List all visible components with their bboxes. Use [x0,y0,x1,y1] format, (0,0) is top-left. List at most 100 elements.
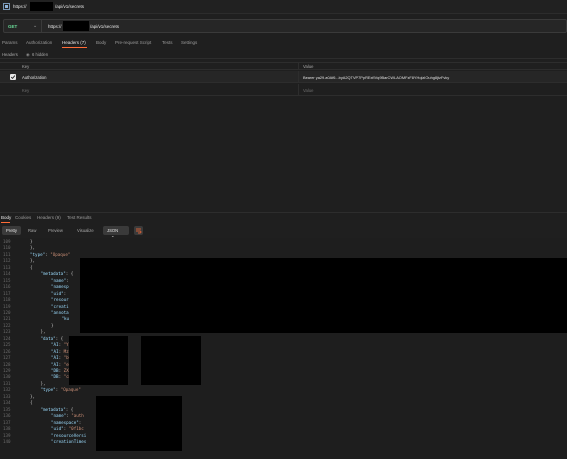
response-tab-body[interactable]: Body [1,215,11,220]
code-line: "uid": "0f1bc [51,426,84,431]
json-punctuation: : [63,290,67,296]
header-row-empty: Key Value [0,84,567,96]
line-number: 134 [3,400,11,406]
line-number: 117 [3,290,11,296]
line-number: 125 [3,342,11,348]
new-key-input[interactable]: Key [22,88,29,93]
header-enabled-checkbox[interactable] [10,74,16,80]
redacted-block-metadata-2 [96,396,182,451]
code-line: "resour [51,297,69,302]
window-title-suffix: /api/v1/secrets [55,4,85,9]
app-icon [3,3,10,10]
code-line: "resourceVersi [51,433,86,438]
column-divider [298,63,299,69]
tab-body[interactable]: Body [96,40,106,45]
format-language-select[interactable]: JSON ⌄ [103,226,129,238]
json-key: "metadata" [40,406,66,412]
line-number: 138 [3,426,11,432]
line-number: 135 [3,406,11,412]
code-line: } [30,239,33,244]
window-titlebar: https:// /api/v1/secrets [0,0,567,14]
hidden-headers-toggle[interactable]: 6 hidden [32,52,48,57]
code-line: "uid": [51,291,66,296]
line-number: 126 [3,348,11,354]
response-tab-test-results[interactable]: Test Results [67,215,92,220]
line-number: 124 [3,335,11,341]
response-tab-cookies[interactable]: Cookies [15,215,31,220]
line-number: 118 [3,297,11,303]
json-key: "name" [51,277,67,283]
format-pretty-button[interactable]: Pretty [2,226,21,235]
line-number: 136 [3,413,11,419]
line-number: 123 [3,329,11,335]
redacted-block-data-keys [69,336,128,385]
wrap-lines-icon[interactable] [134,226,143,235]
url-input-prefix[interactable]: https:// [48,24,62,29]
line-number: 115 [3,277,11,283]
active-response-tab-underline [1,222,10,223]
tab-params[interactable]: Params [2,40,18,45]
line-number-gutter: 109 110 111 112 113 114 115 116 117 118 119 120 121 1… [0,238,16,459]
code-line: { [30,400,33,405]
headers-label: Headers [2,52,18,57]
tab-settings[interactable]: Settings [181,40,197,45]
response-tabs: Body Cookies Headers (9) Test Results [0,212,567,223]
header-value-cell[interactable]: Bearer ya29.a0Af6...byA2QTVP7PpRExfIVq9B… [303,75,449,80]
format-raw-button[interactable]: Raw [24,226,40,235]
json-string-value: "auth [71,413,84,419]
tab-tests[interactable]: Tests [162,40,173,45]
format-visualize-button[interactable]: Visualize [73,226,98,235]
window-title-prefix: https:// [13,4,27,9]
value-column-header: Value [303,64,314,69]
new-value-input[interactable]: Value [303,88,313,93]
json-key: "AI [51,342,59,348]
code-line: "metadata": { [41,271,74,276]
code-line: "type": "Opaque" [30,252,70,257]
json-punctuation: }, [40,329,46,335]
key-column-header: Key [22,64,30,69]
json-key: "metadata" [40,271,66,277]
json-key: "DB [51,374,59,380]
json-key: "AI [51,348,59,354]
json-key: "namespace" [51,419,79,425]
json-punctuation: }, [30,245,36,251]
tab-authorization[interactable]: Authorization [26,40,52,45]
json-key: "uid" [51,426,64,432]
url-input-suffix[interactable]: /api/v1/secrets [90,24,119,29]
json-punctuation: { [30,264,33,270]
check-icon [10,75,16,80]
line-number: 128 [3,361,11,367]
tab-headers[interactable]: Headers (7) [62,40,86,45]
eye-icon[interactable]: ◉ [26,52,30,57]
json-punctuation: }, [30,258,36,264]
json-string-value: "Opaque" [60,387,81,393]
header-row-authorization: Authorization Bearer ya29.a0Af6...byA2QT… [0,71,567,83]
tab-pre-request-script[interactable]: Pre-request Script [115,40,151,45]
line-number: 111 [3,251,11,257]
json-key: "AI [51,355,59,361]
redacted-block-data-values [141,336,201,385]
header-key-cell[interactable]: Authorization [22,75,46,80]
method-label: GET [8,24,18,29]
line-number: 121 [3,316,11,322]
code-line: "metadata": { [41,407,74,412]
headers-subheader: Headers ◉ 6 hidden [0,50,567,59]
json-string-value: "0f1bc [68,426,84,432]
line-number: 130 [3,374,11,380]
redacted-host [30,2,53,11]
response-tab-headers[interactable]: Headers (9) [37,215,61,220]
code-line: }, [30,394,35,399]
json-punctuation: : [78,419,82,425]
response-body-viewer[interactable]: 109 110 111 112 113 114 115 116 117 118 119 120 121 1… [0,238,567,459]
redacted-block-metadata [80,258,567,333]
json-string-value: "Opaque" [50,251,71,257]
url-bar: GET ⌄ https:// /api/v1/secrets [3,19,567,33]
json-punctuation: }, [30,393,36,399]
json-key: "resourceVersi [51,432,87,438]
code-line: }, [30,258,35,263]
method-select[interactable]: GET ⌄ [4,20,42,32]
code-line: "type": "Opaque" [41,387,81,392]
line-number: 113 [3,264,11,270]
format-preview-button[interactable]: Preview [44,226,67,235]
code-line: }, [41,381,46,386]
